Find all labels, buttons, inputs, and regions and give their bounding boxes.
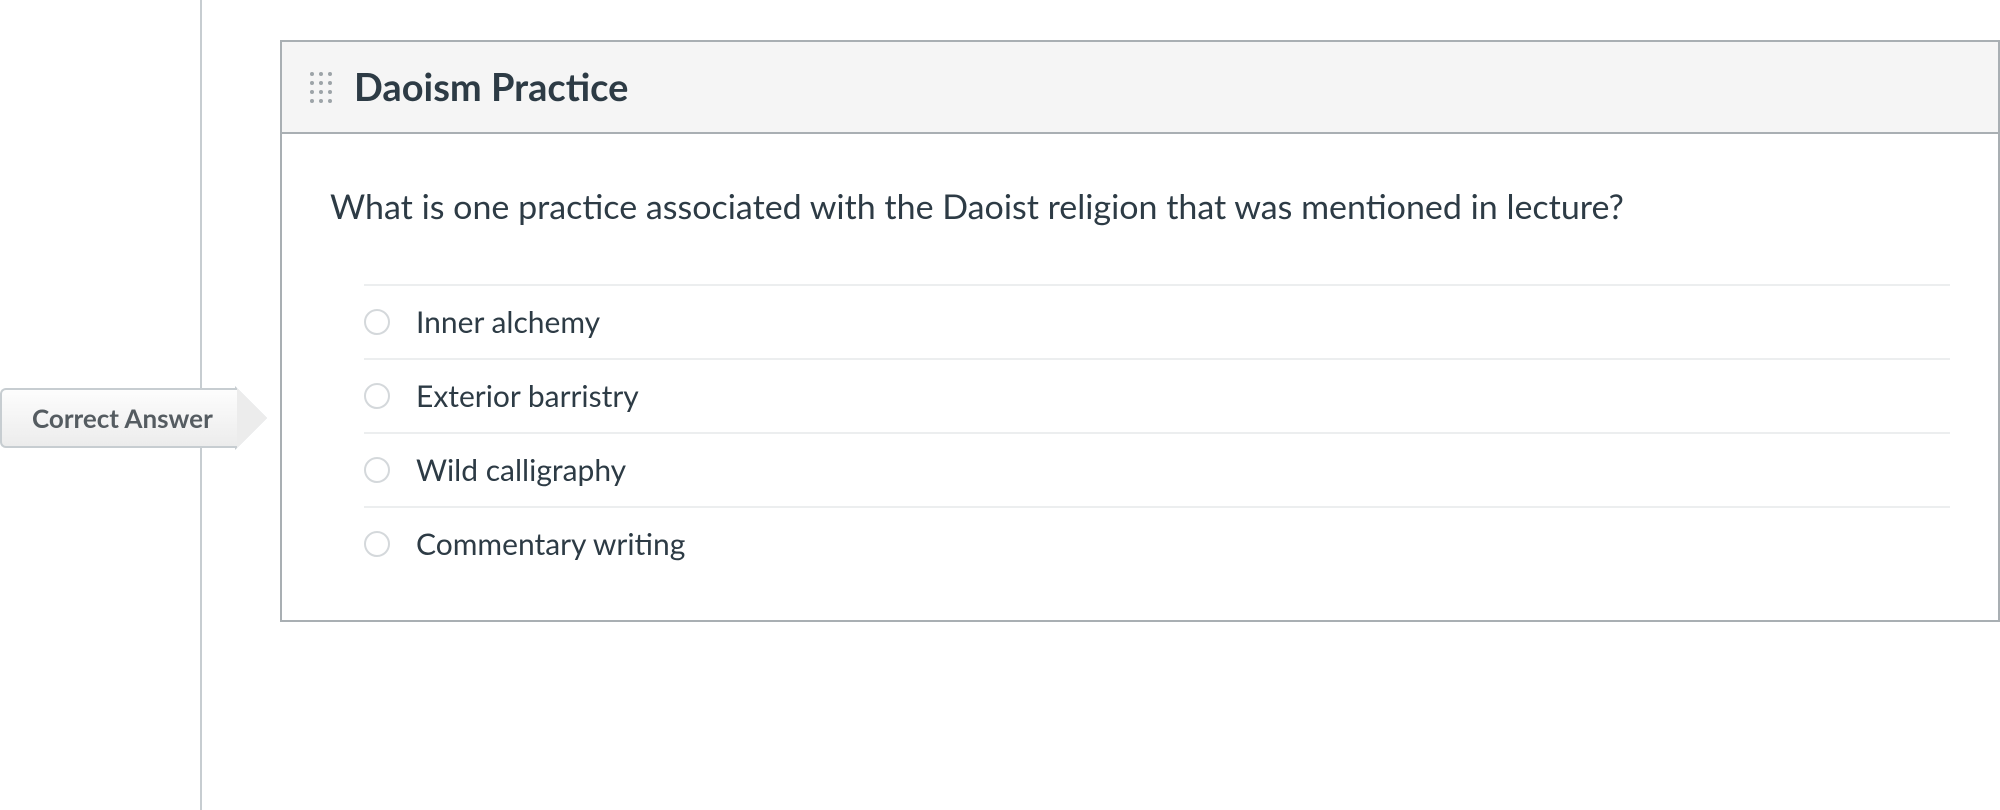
answer-label: Wild calligraphy [416,452,626,488]
answer-option[interactable]: Inner alchemy [364,284,1950,358]
question-title: Daoism Practice [354,64,628,110]
answer-list: Inner alchemy Exterior barristry Wild ca… [364,284,1950,580]
question-card: Daoism Practice What is one practice ass… [280,40,2000,622]
answer-label: Inner alchemy [416,304,600,340]
arrow-right-icon [237,388,267,448]
radio-icon[interactable] [364,457,390,483]
answer-option[interactable]: Wild calligraphy [364,432,1950,506]
drag-handle-icon[interactable] [310,72,332,103]
answer-option[interactable]: Exterior barristry [364,358,1950,432]
answer-label: Commentary writing [416,526,685,562]
radio-icon[interactable] [364,531,390,557]
radio-icon[interactable] [364,383,390,409]
answer-label: Exterior barristry [416,378,639,414]
answer-option[interactable]: Commentary writing [364,506,1950,580]
correct-answer-label: Correct Answer [0,388,237,448]
question-prompt: What is one practice associated with the… [330,184,1950,230]
question-header: Daoism Practice [282,42,1998,134]
correct-answer-tag: Correct Answer [0,388,267,448]
question-body: What is one practice associated with the… [282,134,1998,620]
radio-icon[interactable] [364,309,390,335]
